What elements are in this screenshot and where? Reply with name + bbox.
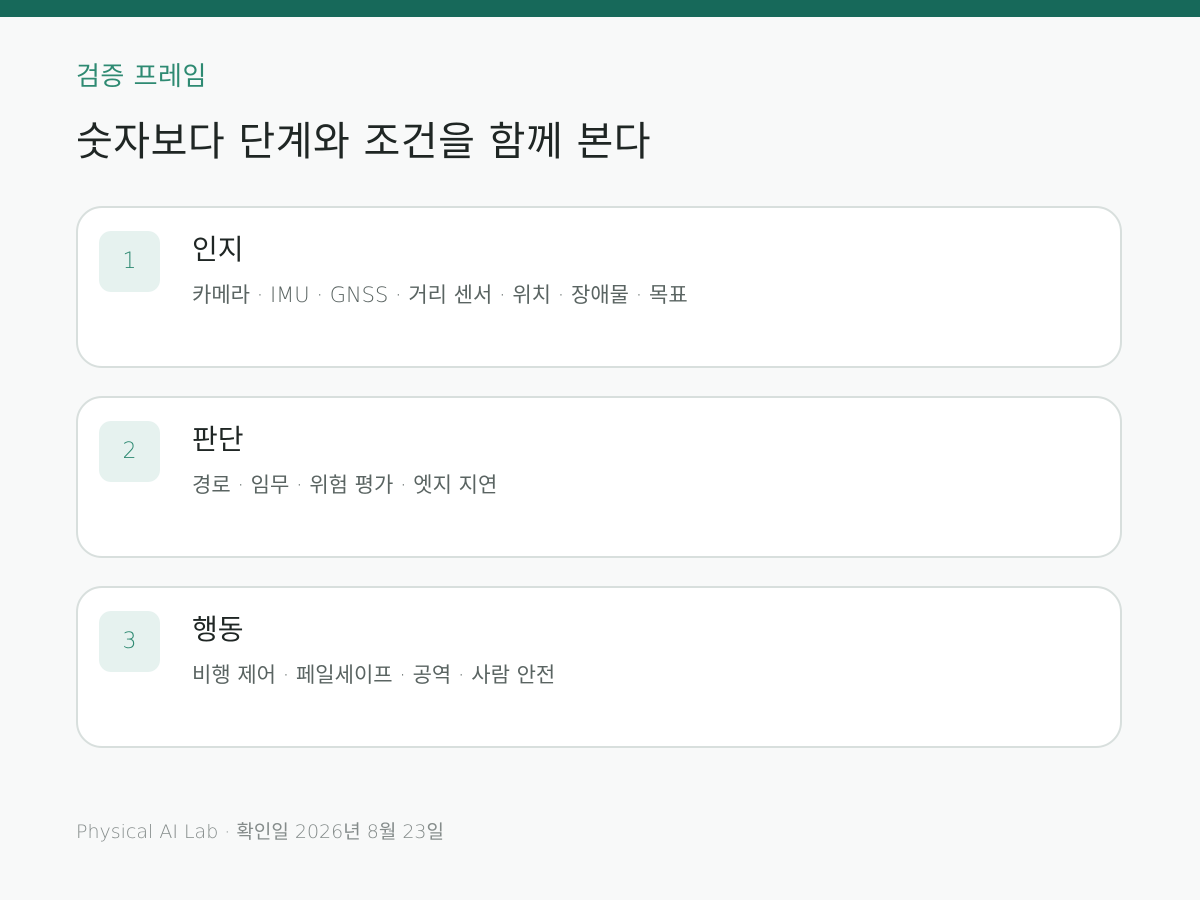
- step-number-badge: 3: [99, 611, 160, 672]
- top-accent-bar: [0, 0, 1200, 17]
- step-description: 경로 · 임무 · 위험 평가 · 엣지 지연: [192, 473, 498, 497]
- step-description: 카메라 · IMU · GNSS · 거리 센서 · 위치 · 장애물 · 목표: [192, 283, 688, 307]
- page-title: 숫자보다 단계와 조건을 함께 본다: [76, 119, 652, 165]
- step-number-badge: 2: [99, 421, 160, 482]
- step-card-1: 1 인지 카메라 · IMU · GNSS · 거리 센서 · 위치 · 장애물…: [76, 206, 1122, 368]
- step-description: 비행 제어 · 페일세이프 · 공역 · 사람 안전: [192, 663, 556, 687]
- step-card-3: 3 행동 비행 제어 · 페일세이프 · 공역 · 사람 안전: [76, 586, 1122, 748]
- footer-note: Physical AI Lab · 확인일 2026년 8월 23일: [76, 821, 444, 843]
- step-number-badge: 1: [99, 231, 160, 292]
- step-title: 판단: [192, 423, 244, 456]
- step-card-2: 2 판단 경로 · 임무 · 위험 평가 · 엣지 지연: [76, 396, 1122, 558]
- step-title: 인지: [192, 233, 244, 266]
- section-eyebrow: 검증 프레임: [76, 62, 207, 92]
- step-title: 행동: [192, 613, 244, 646]
